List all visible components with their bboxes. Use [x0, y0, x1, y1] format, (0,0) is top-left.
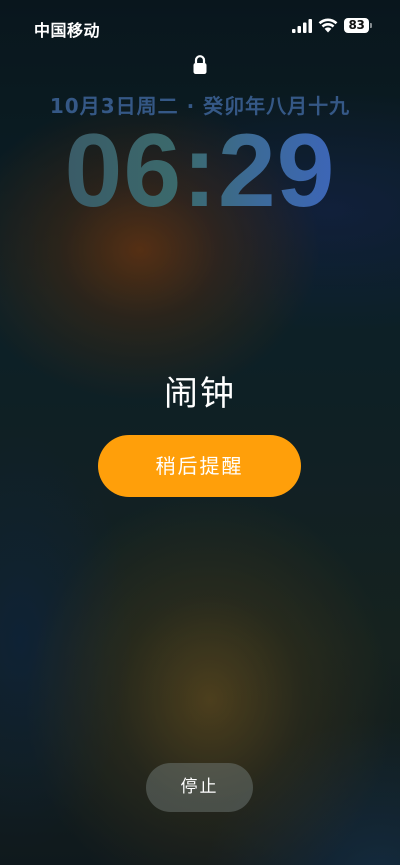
- lock-screen: 中国移动 83 10月3日周二 · 癸卯年八月十九 06:29 闹钟 稍后提醒 …: [0, 0, 400, 865]
- signal-icon: [292, 19, 312, 33]
- alarm-title: 闹钟: [164, 374, 236, 414]
- carrier-name: 中国移动: [34, 21, 101, 40]
- wifi-icon: [318, 18, 338, 33]
- lock-clock: 06:29: [0, 112, 400, 230]
- battery-percentage: 83: [348, 18, 365, 32]
- stop-button[interactable]: 停止: [146, 763, 253, 812]
- lock-icon: [193, 55, 207, 74]
- battery-icon: 83: [344, 18, 374, 33]
- battery-cap: [370, 23, 372, 28]
- battery-body: 83: [344, 18, 369, 33]
- snooze-button[interactable]: 稍后提醒: [98, 435, 301, 497]
- status-bar: 中国移动 83: [0, 0, 400, 54]
